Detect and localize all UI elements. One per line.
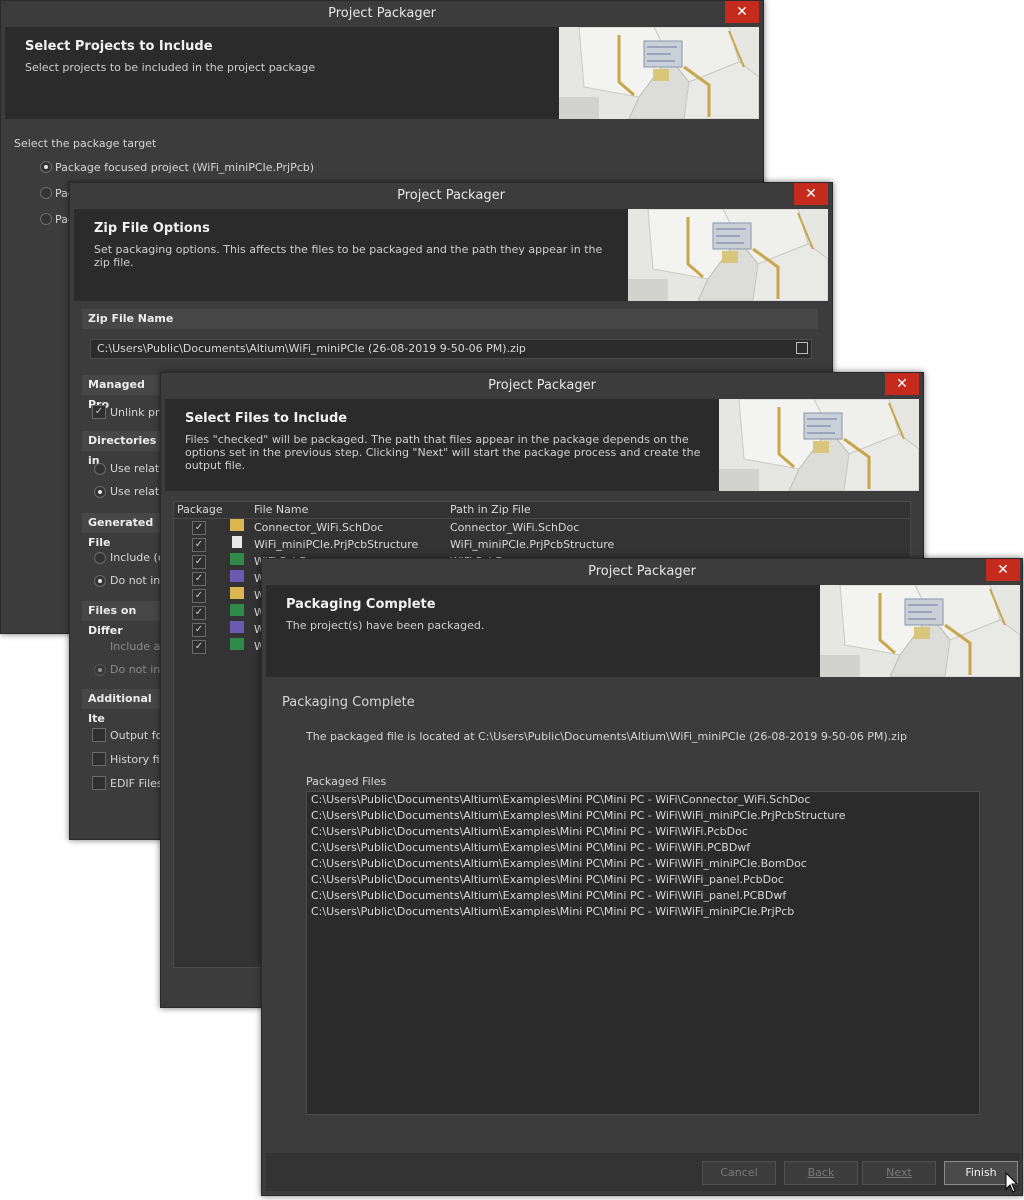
window-title: Project Packager xyxy=(262,559,1022,585)
hero-image xyxy=(820,585,1020,677)
header-panel: Zip File Options Set packaging options. … xyxy=(74,209,828,301)
pcbdwf-icon xyxy=(230,570,244,582)
header-subtitle-line-2: zip file. xyxy=(94,256,134,269)
close-button[interactable]: ✕ xyxy=(885,373,919,395)
files-on-different-drives-section: Files on Differ xyxy=(82,601,168,637)
history-checkbox[interactable] xyxy=(92,752,106,766)
edif-label: EDIF Files xyxy=(110,777,163,790)
document-icon xyxy=(232,536,242,548)
zip-path-field[interactable]: C:\Users\Public\Documents\Altium\WiFi_mi… xyxy=(90,339,812,359)
row-checkbox[interactable]: ✓ xyxy=(192,572,206,586)
header-title: Select Projects to Include xyxy=(25,39,213,54)
list-item[interactable]: C:\Users\Public\Documents\Altium\Example… xyxy=(307,824,979,840)
list-item[interactable]: C:\Users\Public\Documents\Altium\Example… xyxy=(307,904,979,920)
list-item[interactable]: C:\Users\Public\Documents\Altium\Example… xyxy=(307,808,979,824)
list-item[interactable]: C:\Users\Public\Documents\Altium\Example… xyxy=(307,888,979,904)
do-not-include-label: Do not inc xyxy=(110,574,167,587)
hero-image xyxy=(719,399,919,491)
packaged-files-label: Packaged Files xyxy=(306,775,387,788)
list-item[interactable]: C:\Users\Public\Documents\Altium\Example… xyxy=(307,792,979,808)
prjpcb-icon xyxy=(230,638,244,650)
cancel-button[interactable]: Cancel xyxy=(702,1161,776,1185)
pcbdoc-icon xyxy=(230,604,244,616)
col-file-name[interactable]: File Name xyxy=(254,502,308,518)
option-radio-focused[interactable] xyxy=(40,161,52,173)
row-file-name: WiFi_miniPCIe.PrjPcbStructure xyxy=(254,538,419,551)
close-button[interactable]: ✕ xyxy=(986,559,1020,581)
located-text: The packaged file is located at C:\Users… xyxy=(306,730,907,743)
use-relative-radio-1[interactable] xyxy=(94,463,106,475)
window-title: Project Packager xyxy=(1,1,763,27)
row-checkbox[interactable]: ✓ xyxy=(192,555,206,569)
row-checkbox[interactable]: ✓ xyxy=(192,521,206,535)
managed-projects-section: Managed Pro xyxy=(82,375,168,411)
header-title: Zip File Options xyxy=(94,221,210,236)
row-checkbox[interactable]: ✓ xyxy=(192,640,206,654)
schdoc-icon xyxy=(230,519,244,531)
row-checkbox[interactable]: ✓ xyxy=(192,589,206,603)
table-row[interactable]: ✓ WiFi_miniPCIe.PrjPcbStructure WiFi_min… xyxy=(174,536,910,553)
unlink-checkbox[interactable]: ✓ xyxy=(92,405,106,419)
do-not-inc-radio[interactable] xyxy=(94,664,106,676)
body-title: Packaging Complete xyxy=(282,695,415,710)
back-button[interactable]: Back xyxy=(784,1161,858,1185)
window-title: Project Packager xyxy=(70,183,832,209)
col-package[interactable]: Package xyxy=(177,502,223,518)
header-subtitle-line-1: Files "checked" will be packaged. The pa… xyxy=(185,433,689,446)
window-title: Project Packager xyxy=(161,373,923,399)
output-label: Output fo xyxy=(110,729,163,742)
pcbdwf-icon xyxy=(230,621,244,633)
button-bar: Cancel Back Next Finish xyxy=(266,1153,1020,1191)
additional-items-section: Additional Ite xyxy=(82,689,168,725)
row-checkbox[interactable]: ✓ xyxy=(192,538,206,552)
pcbdoc-icon xyxy=(230,553,244,565)
zip-file-name-section: Zip File Name xyxy=(82,309,818,329)
row-path: Connector_WiFi.SchDoc xyxy=(450,521,580,534)
header-panel: Select Projects to Include Select projec… xyxy=(5,27,759,119)
do-not-include-radio[interactable] xyxy=(94,575,106,587)
list-item[interactable]: C:\Users\Public\Documents\Altium\Example… xyxy=(307,856,979,872)
row-checkbox[interactable]: ✓ xyxy=(192,623,206,637)
option-radio-3[interactable] xyxy=(40,213,52,225)
header-subtitle-line-2: options set in the previous step. Clicki… xyxy=(185,446,701,459)
header-subtitle-line-1: Set packaging options. This affects the … xyxy=(94,243,603,256)
list-item[interactable]: C:\Users\Public\Documents\Altium\Example… xyxy=(307,872,979,888)
header-title: Packaging Complete xyxy=(286,597,436,612)
bomdoc-icon xyxy=(230,587,244,599)
hero-image xyxy=(559,27,759,119)
unlink-label: Unlink pro xyxy=(110,406,166,419)
package-target-label: Select the package target xyxy=(14,137,157,150)
include-radio[interactable] xyxy=(94,552,106,564)
packaging-complete-window: Project Packager ✕ Packaging Complete Th… xyxy=(261,558,1023,1196)
table-row[interactable]: ✓ Connector_WiFi.SchDoc Connector_WiFi.S… xyxy=(174,519,910,536)
mouse-cursor-icon xyxy=(1005,1172,1019,1193)
close-button[interactable]: ✕ xyxy=(725,1,759,23)
header-subtitle: Select projects to be included in the pr… xyxy=(25,61,316,74)
option-radio-2[interactable] xyxy=(40,187,52,199)
packaged-files-list[interactable]: C:\Users\Public\Documents\Altium\Example… xyxy=(306,791,980,1115)
grid-header: Package File Name Path in Zip File xyxy=(174,502,910,519)
option-label-focused: Package focused project (WiFi_miniPCIe.P… xyxy=(55,161,315,174)
close-button[interactable]: ✕ xyxy=(794,183,828,205)
hero-image xyxy=(628,209,828,301)
header-panel: Select Files to Include Files "checked" … xyxy=(165,399,919,491)
row-file-name: Connector_WiFi.SchDoc xyxy=(254,521,384,534)
header-subtitle: The project(s) have been packaged. xyxy=(286,619,485,632)
use-relative-radio-2[interactable] xyxy=(94,486,106,498)
directories-section: Directories in xyxy=(82,431,168,467)
header-panel: Packaging Complete The project(s) have b… xyxy=(266,585,1020,677)
header-title: Select Files to Include xyxy=(185,411,348,426)
list-item[interactable]: C:\Users\Public\Documents\Altium\Example… xyxy=(307,840,979,856)
output-checkbox[interactable] xyxy=(92,728,106,742)
edif-checkbox[interactable] xyxy=(92,776,106,790)
next-button[interactable]: Next xyxy=(862,1161,936,1185)
row-checkbox[interactable]: ✓ xyxy=(192,606,206,620)
header-subtitle-line-3: output file. xyxy=(185,459,246,472)
browse-icon[interactable] xyxy=(796,342,808,354)
window-body: Packaging Complete The packaged file is … xyxy=(266,677,1020,1191)
col-path[interactable]: Path in Zip File xyxy=(450,502,531,518)
generated-files-section: Generated File xyxy=(82,513,168,549)
row-path: WiFi_miniPCIe.PrjPcbStructure xyxy=(450,538,615,551)
do-not-inc-label: Do not inc xyxy=(110,663,167,676)
